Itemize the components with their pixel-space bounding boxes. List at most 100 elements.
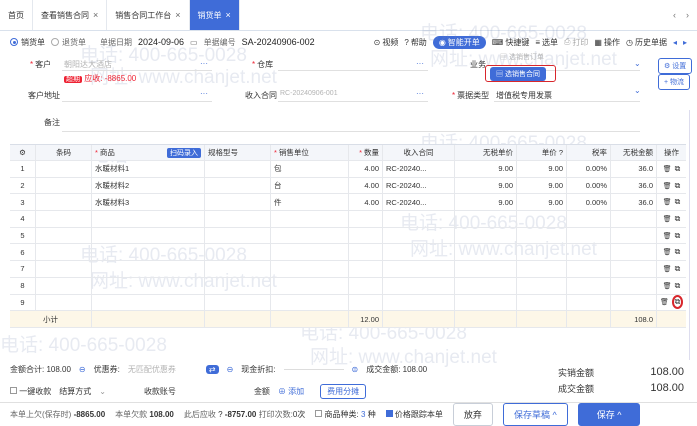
table-cell[interactable] (36, 244, 92, 261)
table-cell[interactable]: 0.00% (567, 177, 611, 194)
table-cell[interactable] (611, 244, 657, 261)
table-cell[interactable]: 水暖材料1 (92, 161, 205, 177)
copy-icon[interactable]: ⧉ (675, 181, 681, 191)
table-cell[interactable] (271, 244, 349, 261)
table-cell[interactable] (36, 177, 92, 194)
table-cell[interactable] (36, 227, 92, 244)
onekey-checkbox[interactable]: 一键收款 (10, 386, 51, 397)
tab-view-contract[interactable]: 查看销售合同 × (33, 0, 108, 30)
table-cell[interactable] (349, 277, 383, 294)
table-cell[interactable] (455, 244, 517, 261)
table-cell[interactable] (271, 227, 349, 244)
select-sales-contract-button[interactable]: ▤ 选销售合同 (490, 67, 546, 81)
table-cell[interactable] (567, 227, 611, 244)
add-payment-button[interactable]: ⊕ 添加 (278, 386, 304, 397)
table-cell[interactable] (92, 244, 205, 261)
table-cell[interactable] (205, 294, 271, 311)
cash-discount-input[interactable] (283, 369, 344, 370)
table-cell[interactable] (271, 277, 349, 294)
chevron-right-icon[interactable]: ▸ (683, 38, 687, 47)
table-cell[interactable] (205, 244, 271, 261)
table-cell[interactable] (567, 277, 611, 294)
table-cell[interactable] (205, 161, 271, 177)
help-button[interactable]: ? 帮助 (404, 37, 426, 48)
calendar-icon[interactable]: ▭ (190, 38, 198, 47)
table-cell[interactable] (611, 277, 657, 294)
delete-icon[interactable]: 🗑 (663, 282, 672, 290)
operations-button[interactable]: ▦ 操作 (594, 37, 620, 48)
table-cell[interactable] (36, 261, 92, 277)
table-cell[interactable] (36, 294, 92, 311)
kinds-checkbox[interactable]: 商品种类: 3 种 (315, 409, 376, 420)
save-draft-button[interactable]: 保存草稿 ^ (502, 403, 568, 426)
close-icon[interactable]: × (175, 10, 180, 20)
table-cell[interactable] (349, 294, 383, 311)
delete-icon[interactable]: 🗑 (663, 165, 672, 173)
table-cell[interactable] (517, 211, 567, 227)
more-icon[interactable]: ··· (416, 89, 424, 98)
copy-icon[interactable]: ⧉ (675, 164, 681, 174)
table-cell[interactable] (349, 244, 383, 261)
chevron-left-icon[interactable]: ◂ (673, 38, 677, 47)
table-cell[interactable] (205, 177, 271, 194)
table-cell[interactable] (567, 244, 611, 261)
coupon-icon[interactable]: ⇄ (205, 365, 219, 374)
table-cell[interactable] (349, 227, 383, 244)
tab-home[interactable]: 首页 (0, 0, 33, 30)
history-button[interactable]: ◷ 历史单据 (626, 37, 667, 48)
table-cell[interactable]: RC-20240... (383, 194, 455, 211)
copy-icon[interactable]: ⧉ (675, 197, 681, 207)
invoice-type-select[interactable]: 增值税专用发票 (496, 90, 552, 101)
track-price-checkbox[interactable]: 价格跟踪本单 (385, 409, 443, 420)
table-cell[interactable]: 0.00% (567, 161, 611, 177)
radio-return[interactable]: 退货单 (51, 37, 86, 48)
table-cell[interactable] (455, 227, 517, 244)
table-cell[interactable]: 36.0 (611, 161, 657, 177)
table-cell[interactable] (205, 194, 271, 211)
table-cell[interactable] (383, 261, 455, 277)
table-cell[interactable] (611, 294, 657, 311)
table-cell[interactable] (205, 261, 271, 277)
coupon-input[interactable]: 无匹配优惠券 (128, 364, 198, 375)
table-cell[interactable]: 4.00 (349, 194, 383, 211)
chevron-down-icon[interactable]: ⌄ (99, 387, 106, 396)
delete-icon[interactable]: 🗑 (663, 215, 672, 223)
delete-icon[interactable]: 🗑 (660, 298, 669, 306)
table-cell[interactable] (517, 294, 567, 311)
table-cell[interactable] (455, 294, 517, 311)
table-cell[interactable] (92, 294, 205, 311)
contract-input[interactable]: RC-20240906-001 (280, 90, 338, 97)
table-cell[interactable]: 台 (271, 177, 349, 194)
close-icon[interactable]: × (226, 10, 231, 20)
tab-sales-delivery[interactable]: 销货单 × (189, 0, 240, 30)
table-cell[interactable] (567, 261, 611, 277)
table-cell[interactable] (383, 244, 455, 261)
table-cell[interactable] (517, 227, 567, 244)
more-icon[interactable]: ··· (416, 59, 424, 68)
table-cell[interactable] (36, 211, 92, 227)
smart-order-button[interactable]: ◉ 智能开单 (432, 35, 486, 49)
table-cell[interactable] (205, 277, 271, 294)
more-icon[interactable]: ··· (200, 59, 208, 68)
table-cell[interactable] (611, 211, 657, 227)
table-cell[interactable] (349, 261, 383, 277)
table-cell[interactable]: 9.00 (517, 161, 567, 177)
table-cell[interactable] (611, 227, 657, 244)
more-icon[interactable]: ··· (200, 89, 208, 98)
tab-contract-workbench[interactable]: 销售合同工作台 × (107, 0, 190, 30)
delete-icon[interactable]: 🗑 (663, 248, 672, 256)
doc-no-field[interactable]: SA-20240906-002 (242, 37, 315, 47)
video-button[interactable]: ⊙ 视频 (374, 37, 399, 48)
date-field[interactable]: 2024-09-06 (138, 37, 184, 47)
table-cell[interactable]: RC-20240... (383, 177, 455, 194)
chevron-right-icon[interactable]: › (686, 10, 689, 20)
close-icon[interactable]: × (93, 10, 98, 20)
table-cell[interactable]: RC-20240... (383, 161, 455, 177)
table-cell[interactable] (92, 261, 205, 277)
chevron-down-icon[interactable]: ⌄ (634, 59, 641, 68)
copy-icon[interactable]: ⧉ (675, 214, 681, 224)
table-cell[interactable] (455, 261, 517, 277)
table-cell[interactable] (517, 261, 567, 277)
customer-input[interactable]: 朝阳达大酒店 (64, 59, 112, 70)
table-cell[interactable] (205, 227, 271, 244)
